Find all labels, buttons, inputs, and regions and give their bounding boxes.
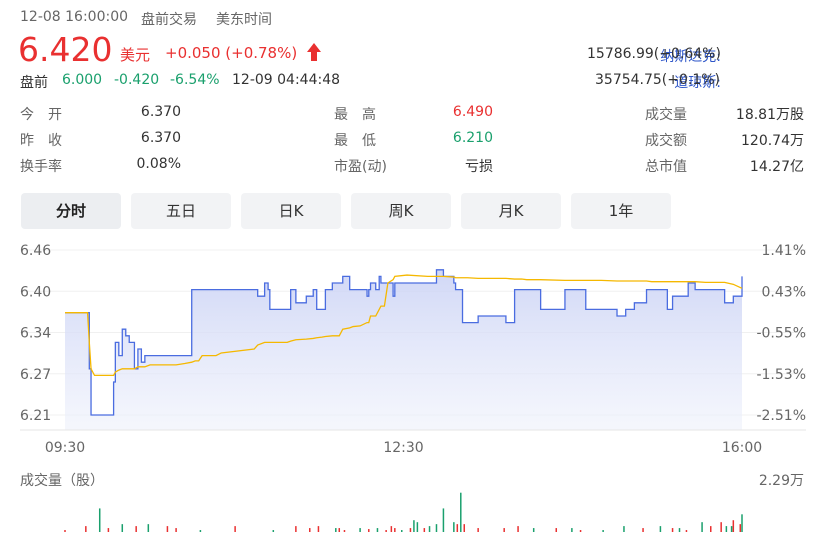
volume-bar: [730, 526, 733, 532]
volume-bar: [338, 528, 341, 532]
percent-tick-label: -1.53%: [756, 367, 806, 383]
volume-bar: [456, 524, 459, 532]
volume-bar: [64, 530, 66, 532]
volume-bar: [166, 526, 169, 532]
volume-max-label: 2.29万: [758, 473, 804, 489]
volume-bar: [413, 520, 415, 532]
price-tick-label: 6.46: [20, 243, 51, 259]
volume-bars: [64, 492, 743, 532]
percent-tick-label: -0.55%: [756, 326, 806, 342]
volume-bar: [555, 528, 558, 532]
volume-bar: [460, 492, 462, 532]
volume-bar: [175, 528, 177, 532]
volume-bar: [725, 526, 728, 532]
time-tick-label: 16:00: [722, 440, 762, 456]
time-tick-label: 12:30: [383, 440, 423, 456]
volume-bar: [503, 528, 505, 532]
volume-bar: [678, 528, 681, 532]
volume-bar: [368, 529, 370, 532]
volume-bar: [309, 528, 311, 532]
volume-bar: [199, 530, 202, 532]
volume-bar: [720, 522, 722, 532]
volume-bar: [741, 514, 743, 532]
volume-bar: [477, 528, 479, 532]
volume-bar: [121, 524, 124, 532]
volume-bar: [234, 526, 236, 532]
volume-bar: [409, 528, 412, 532]
volume-bar: [401, 530, 403, 532]
volume-bar: [343, 530, 346, 532]
volume-bar: [317, 526, 320, 532]
volume-bar: [435, 524, 438, 532]
volume-bar: [739, 524, 742, 532]
volume-bar: [98, 508, 101, 532]
price-tick-label: 6.27: [20, 367, 51, 383]
volume-bar: [390, 526, 393, 532]
volume-bar: [107, 528, 110, 532]
volume-bar: [428, 526, 431, 532]
volume-bar: [135, 526, 137, 532]
volume-bar: [385, 530, 387, 532]
volume-bar: [295, 526, 297, 532]
volume-bar: [602, 530, 604, 532]
percent-axis: 1.41% 0.43% -0.55% -1.53% -2.51%: [756, 243, 806, 424]
volume-bar: [85, 526, 87, 532]
volume-bar: [335, 528, 337, 532]
volume-bar: [376, 528, 379, 532]
volume-bar: [685, 530, 688, 532]
volume-bar: [463, 524, 466, 532]
volume-bar: [579, 530, 582, 532]
volume-bar: [659, 526, 662, 532]
price-area: [65, 269, 742, 430]
volume-bar: [710, 526, 712, 532]
volume-bar: [423, 528, 426, 532]
volume-bar: [359, 528, 361, 532]
volume-bar: [671, 528, 674, 532]
volume-bar: [147, 524, 150, 532]
volume-bar: [416, 522, 419, 532]
volume-bar: [517, 526, 519, 532]
volume-bar: [701, 522, 703, 532]
volume-bar: [642, 528, 644, 532]
volume-bar: [732, 520, 735, 532]
volume-bar: [394, 528, 396, 532]
volume-bar: [532, 528, 535, 532]
volume-bar: [453, 522, 455, 532]
volume-bar: [571, 528, 573, 532]
volume-bar: [272, 530, 275, 532]
price-axis: 6.46 6.40 6.34 6.27 6.21: [20, 243, 51, 424]
percent-tick-label: 1.41%: [762, 243, 806, 259]
percent-tick-label: -2.51%: [756, 408, 806, 424]
volume-bar: [442, 508, 445, 532]
time-axis: 09:30 12:30 16:00: [45, 440, 762, 456]
volume-chart-label: 成交量（股）: [20, 473, 104, 489]
price-tick-label: 6.40: [20, 284, 51, 300]
price-tick-label: 6.34: [20, 326, 51, 342]
percent-tick-label: 0.43%: [762, 284, 806, 300]
intraday-chart[interactable]: 6.46 6.40 6.34 6.27 6.21 1.41% 0.43% -0.55% -1.…: [0, 0, 831, 545]
price-tick-label: 6.21: [20, 408, 51, 424]
volume-bar: [623, 526, 625, 532]
time-tick-label: 09:30: [45, 440, 85, 456]
